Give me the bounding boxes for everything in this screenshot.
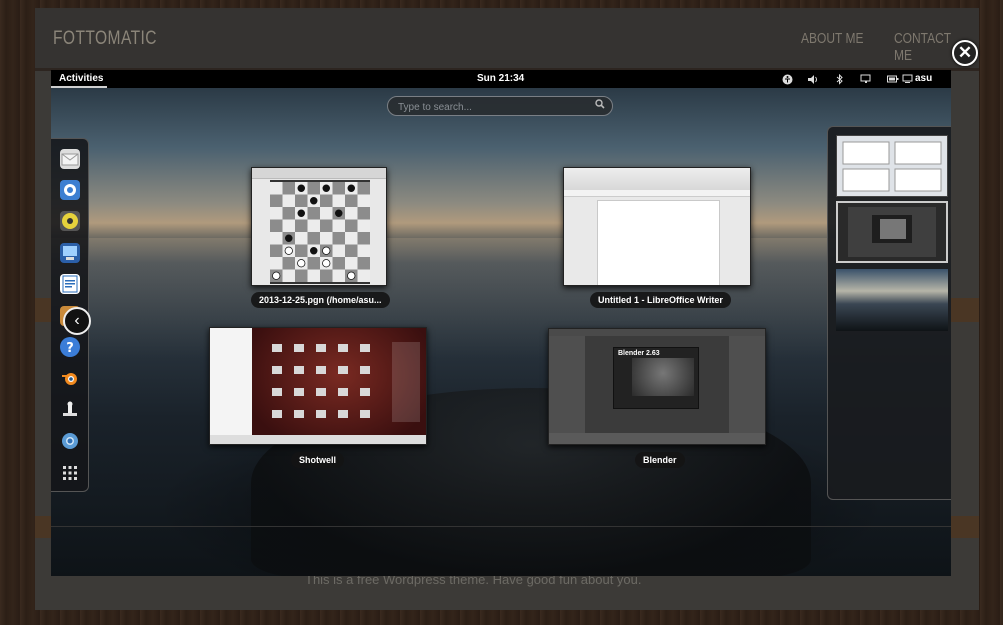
blender-toolshelf bbox=[549, 336, 585, 436]
nav-contact-me[interactable]: CONTACT ME bbox=[894, 30, 962, 64]
site-logo[interactable]: FOTTOMATIC bbox=[53, 28, 157, 50]
workspace-2[interactable] bbox=[836, 201, 948, 263]
svg-text:?: ? bbox=[66, 341, 74, 356]
user-icon[interactable] bbox=[901, 72, 913, 86]
activities-button[interactable]: Activities bbox=[59, 73, 103, 84]
shotwell-sidebar bbox=[210, 328, 253, 444]
window-writer[interactable] bbox=[563, 167, 751, 286]
close-button[interactable]: ✕ bbox=[952, 40, 978, 66]
accessibility-icon[interactable] bbox=[780, 72, 794, 86]
window-blender[interactable]: Blender 2.63 bbox=[548, 328, 766, 445]
bluetooth-icon[interactable] bbox=[833, 72, 847, 86]
shotwell-grid bbox=[252, 328, 426, 444]
show-apps-grid-icon[interactable] bbox=[60, 463, 80, 483]
mail-app-icon[interactable] bbox=[60, 149, 80, 169]
window-titlebar bbox=[252, 168, 386, 179]
help-app-icon[interactable]: ? bbox=[60, 337, 80, 357]
search-field[interactable] bbox=[387, 96, 613, 116]
writer-toolbar bbox=[564, 168, 750, 191]
nav-about-me[interactable]: ABOUT ME bbox=[801, 30, 863, 47]
gallery-prev-button[interactable]: ‹ bbox=[63, 307, 91, 335]
chromium-app-icon[interactable] bbox=[60, 431, 80, 451]
blender-timeline bbox=[549, 433, 765, 444]
blender-splash-image bbox=[632, 358, 694, 396]
workspace-3[interactable] bbox=[836, 269, 948, 331]
wallpaper-lake bbox=[51, 238, 951, 358]
chevron-left-icon: ‹ bbox=[74, 312, 80, 329]
desktop-wallpaper bbox=[51, 88, 951, 576]
overview-separator bbox=[51, 526, 951, 527]
display-icon[interactable] bbox=[859, 72, 873, 86]
blender-app-icon[interactable] bbox=[60, 368, 80, 388]
window-title-writer[interactable]: Untitled 1 - LibreOffice Writer bbox=[590, 292, 731, 308]
window-title-shotwell[interactable]: Shotwell bbox=[291, 452, 345, 468]
search-input[interactable] bbox=[396, 99, 590, 115]
writer-ruler bbox=[564, 190, 750, 197]
window-title-chess[interactable]: 2013-12-25.pgn (/home/asu... bbox=[251, 292, 390, 308]
blender-splash: Blender 2.63 bbox=[613, 347, 699, 409]
writer-page bbox=[597, 200, 720, 285]
chess-app-icon[interactable] bbox=[60, 399, 80, 419]
gnome-top-bar: Activities Sun 21:34 asu bbox=[51, 70, 951, 88]
chess-board bbox=[270, 180, 370, 284]
clock[interactable]: Sun 21:34 bbox=[477, 73, 524, 84]
search-icon bbox=[595, 99, 605, 112]
writer-app-icon[interactable] bbox=[60, 274, 80, 294]
shotwell-statusbar bbox=[210, 435, 426, 444]
empathy-app-icon[interactable] bbox=[60, 180, 80, 200]
window-title-blender[interactable]: Blender bbox=[635, 452, 685, 468]
blender-header bbox=[549, 329, 765, 336]
site-header: FOTTOMATIC ABOUT ME CONTACT ME bbox=[35, 8, 979, 71]
close-icon: ✕ bbox=[957, 43, 973, 62]
battery-icon[interactable] bbox=[886, 72, 900, 86]
volume-icon[interactable] bbox=[806, 72, 820, 86]
rhythmbox-app-icon[interactable] bbox=[60, 211, 80, 231]
lightbox-image: Activities Sun 21:34 asu Type to search.… bbox=[51, 70, 951, 576]
blender-splash-title: Blender 2.63 bbox=[618, 350, 660, 357]
user-name[interactable]: asu bbox=[915, 73, 932, 84]
activities-indicator bbox=[51, 86, 107, 88]
chess-squares bbox=[270, 182, 370, 282]
workspace-1[interactable] bbox=[836, 135, 948, 197]
window-chess[interactable] bbox=[251, 167, 387, 286]
blender-properties bbox=[729, 336, 765, 436]
software-app-icon[interactable] bbox=[60, 243, 80, 263]
window-shotwell[interactable] bbox=[209, 327, 427, 445]
workspace-switcher bbox=[827, 126, 951, 500]
